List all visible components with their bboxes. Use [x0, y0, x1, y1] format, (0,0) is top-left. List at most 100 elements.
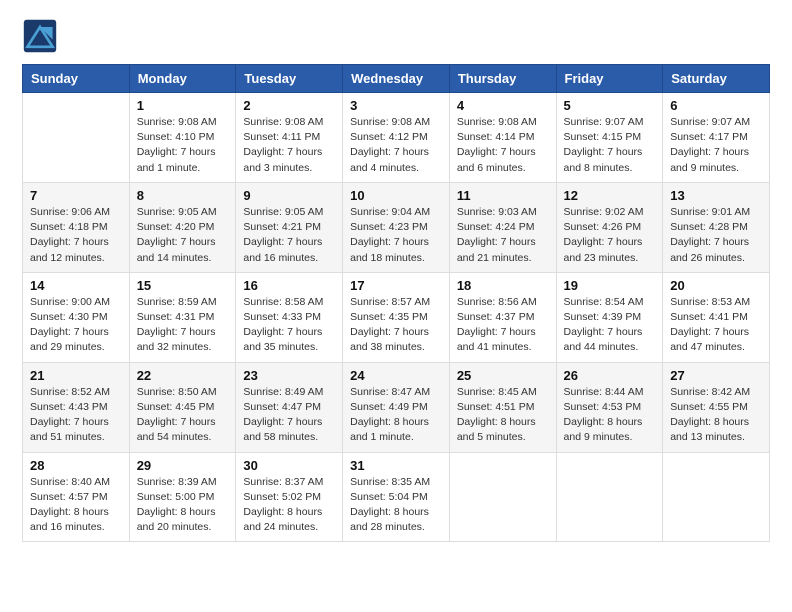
week-row-0: 1Sunrise: 9:08 AMSunset: 4:10 PMDaylight…	[23, 93, 770, 183]
day-number: 16	[243, 278, 335, 293]
calendar-cell	[23, 93, 130, 183]
day-number: 2	[243, 98, 335, 113]
calendar-cell: 7 Sunrise: 9:06 AMSunset: 4:18 PMDaylight…	[23, 182, 130, 272]
calendar-cell: 23 Sunrise: 8:49 AMSunset: 4:47 PMDayligh…	[236, 362, 343, 452]
day-number: 7	[30, 188, 122, 203]
day-number: 3	[350, 98, 442, 113]
day-number: 29	[137, 458, 229, 473]
weekday-header-wednesday: Wednesday	[343, 65, 450, 93]
day-number: 11	[457, 188, 549, 203]
calendar-cell: 24 Sunrise: 8:47 AMSunset: 4:49 PMDayligh…	[343, 362, 450, 452]
day-number: 6	[670, 98, 762, 113]
day-detail: Sunrise: 8:54 AMSunset: 4:39 PMDaylight:…	[564, 295, 656, 356]
calendar-cell: 21Sunrise: 8:52 AMSunset: 4:43 PMDayligh…	[23, 362, 130, 452]
day-number: 20	[670, 278, 762, 293]
calendar-cell: 4Sunrise: 9:08 AMSunset: 4:14 PMDaylight…	[449, 93, 556, 183]
logo-icon	[22, 18, 58, 54]
day-number: 8	[137, 188, 229, 203]
header	[22, 18, 770, 54]
day-detail: Sunrise: 9:04 AMSunset: 4:23 PMDaylight:…	[350, 205, 442, 266]
day-detail: Sunrise: 8:57 AMSunset: 4:35 PMDaylight:…	[350, 295, 442, 356]
logo	[22, 18, 62, 54]
weekday-header-monday: Monday	[129, 65, 236, 93]
day-number: 1	[137, 98, 229, 113]
day-number: 17	[350, 278, 442, 293]
day-number: 14	[30, 278, 122, 293]
day-number: 12	[564, 188, 656, 203]
day-detail: Sunrise: 9:07 AMSunset: 4:17 PMDaylight:…	[670, 115, 762, 176]
day-detail: Sunrise: 9:05 AMSunset: 4:20 PMDaylight:…	[137, 205, 229, 266]
day-number: 15	[137, 278, 229, 293]
day-number: 25	[457, 368, 549, 383]
day-detail: Sunrise: 8:59 AMSunset: 4:31 PMDaylight:…	[137, 295, 229, 356]
calendar-cell: 26 Sunrise: 8:44 AMSunset: 4:53 PMDayligh…	[556, 362, 663, 452]
day-number: 18	[457, 278, 549, 293]
day-detail: Sunrise: 8:39 AMSunset: 5:00 PMDaylight:…	[137, 475, 229, 536]
calendar-cell: 18 Sunrise: 8:56 AMSunset: 4:37 PMDayligh…	[449, 272, 556, 362]
day-detail: Sunrise: 8:50 AMSunset: 4:45 PMDaylight:…	[137, 385, 229, 446]
calendar-cell: 5 Sunrise: 9:07 AMSunset: 4:15 PMDaylight…	[556, 93, 663, 183]
day-number: 24	[350, 368, 442, 383]
day-detail: Sunrise: 9:06 AMSunset: 4:18 PMDaylight:…	[30, 205, 122, 266]
day-number: 4	[457, 98, 549, 113]
day-detail: Sunrise: 9:05 AMSunset: 4:21 PMDaylight:…	[243, 205, 335, 266]
day-number: 19	[564, 278, 656, 293]
day-detail: Sunrise: 8:37 AMSunset: 5:02 PMDaylight:…	[243, 475, 335, 536]
calendar-cell: 13Sunrise: 9:01 AMSunset: 4:28 PMDayligh…	[663, 182, 770, 272]
weekday-header-friday: Friday	[556, 65, 663, 93]
day-detail: Sunrise: 9:08 AMSunset: 4:12 PMDaylight:…	[350, 115, 442, 176]
day-detail: Sunrise: 8:35 AMSunset: 5:04 PMDaylight:…	[350, 475, 442, 536]
day-detail: Sunrise: 9:07 AMSunset: 4:15 PMDaylight:…	[564, 115, 656, 176]
day-detail: Sunrise: 8:49 AMSunset: 4:47 PMDaylight:…	[243, 385, 335, 446]
day-detail: Sunrise: 8:40 AMSunset: 4:57 PMDaylight:…	[30, 475, 122, 536]
day-detail: Sunrise: 8:42 AMSunset: 4:55 PMDaylight:…	[670, 385, 762, 446]
calendar-cell: 30 Sunrise: 8:37 AMSunset: 5:02 PMDayligh…	[236, 452, 343, 542]
day-number: 31	[350, 458, 442, 473]
calendar-cell: 28 Sunrise: 8:40 AMSunset: 4:57 PMDayligh…	[23, 452, 130, 542]
day-detail: Sunrise: 8:58 AMSunset: 4:33 PMDaylight:…	[243, 295, 335, 356]
calendar-cell: 15 Sunrise: 8:59 AMSunset: 4:31 PMDayligh…	[129, 272, 236, 362]
calendar-cell: 12Sunrise: 9:02 AMSunset: 4:26 PMDayligh…	[556, 182, 663, 272]
calendar-cell: 2 Sunrise: 9:08 AMSunset: 4:11 PMDaylight…	[236, 93, 343, 183]
weekday-header-thursday: Thursday	[449, 65, 556, 93]
week-row-1: 7 Sunrise: 9:06 AMSunset: 4:18 PMDaylight…	[23, 182, 770, 272]
day-number: 5	[564, 98, 656, 113]
weekday-header-tuesday: Tuesday	[236, 65, 343, 93]
day-detail: Sunrise: 8:56 AMSunset: 4:37 PMDaylight:…	[457, 295, 549, 356]
week-row-4: 28 Sunrise: 8:40 AMSunset: 4:57 PMDayligh…	[23, 452, 770, 542]
calendar-cell	[556, 452, 663, 542]
day-detail: Sunrise: 9:08 AMSunset: 4:11 PMDaylight:…	[243, 115, 335, 176]
calendar-cell: 22 Sunrise: 8:50 AMSunset: 4:45 PMDayligh…	[129, 362, 236, 452]
page: SundayMondayTuesdayWednesdayThursdayFrid…	[0, 0, 792, 612]
calendar-cell: 29 Sunrise: 8:39 AMSunset: 5:00 PMDayligh…	[129, 452, 236, 542]
calendar-cell: 16 Sunrise: 8:58 AMSunset: 4:33 PMDayligh…	[236, 272, 343, 362]
day-detail: Sunrise: 9:00 AMSunset: 4:30 PMDaylight:…	[30, 295, 122, 356]
day-detail: Sunrise: 8:45 AMSunset: 4:51 PMDaylight:…	[457, 385, 549, 446]
calendar-cell: 25 Sunrise: 8:45 AMSunset: 4:51 PMDayligh…	[449, 362, 556, 452]
calendar-cell: 31 Sunrise: 8:35 AMSunset: 5:04 PMDayligh…	[343, 452, 450, 542]
day-detail: Sunrise: 8:47 AMSunset: 4:49 PMDaylight:…	[350, 385, 442, 446]
calendar-cell: 19 Sunrise: 8:54 AMSunset: 4:39 PMDayligh…	[556, 272, 663, 362]
day-detail: Sunrise: 8:44 AMSunset: 4:53 PMDaylight:…	[564, 385, 656, 446]
day-number: 13	[670, 188, 762, 203]
day-number: 30	[243, 458, 335, 473]
calendar-cell	[449, 452, 556, 542]
week-row-2: 14 Sunrise: 9:00 AMSunset: 4:30 PMDayligh…	[23, 272, 770, 362]
day-number: 22	[137, 368, 229, 383]
calendar-cell: 1Sunrise: 9:08 AMSunset: 4:10 PMDaylight…	[129, 93, 236, 183]
calendar-table: SundayMondayTuesdayWednesdayThursdayFrid…	[22, 64, 770, 542]
calendar-cell: 20Sunrise: 8:53 AMSunset: 4:41 PMDayligh…	[663, 272, 770, 362]
calendar-cell	[663, 452, 770, 542]
day-number: 21	[30, 368, 122, 383]
calendar-cell: 6 Sunrise: 9:07 AMSunset: 4:17 PMDaylight…	[663, 93, 770, 183]
weekday-header-row: SundayMondayTuesdayWednesdayThursdayFrid…	[23, 65, 770, 93]
day-number: 26	[564, 368, 656, 383]
calendar-cell: 14 Sunrise: 9:00 AMSunset: 4:30 PMDayligh…	[23, 272, 130, 362]
calendar-cell: 17 Sunrise: 8:57 AMSunset: 4:35 PMDayligh…	[343, 272, 450, 362]
day-number: 23	[243, 368, 335, 383]
day-number: 27	[670, 368, 762, 383]
calendar-cell: 10Sunrise: 9:04 AMSunset: 4:23 PMDayligh…	[343, 182, 450, 272]
day-number: 28	[30, 458, 122, 473]
calendar-cell: 9 Sunrise: 9:05 AMSunset: 4:21 PMDaylight…	[236, 182, 343, 272]
day-number: 9	[243, 188, 335, 203]
